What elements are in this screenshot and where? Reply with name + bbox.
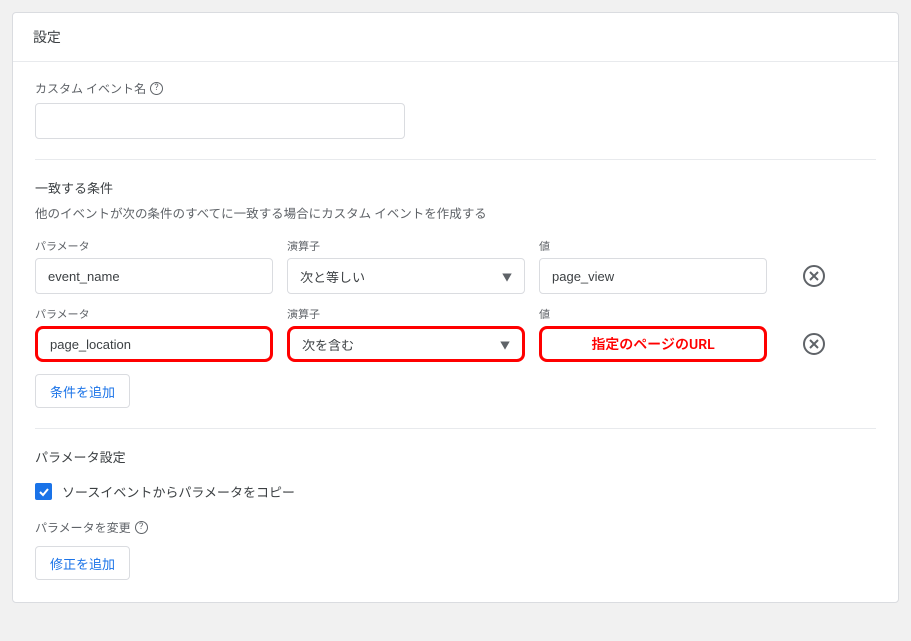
close-icon	[809, 339, 819, 349]
copy-params-checkbox[interactable]	[35, 483, 52, 500]
custom-event-name-input[interactable]	[35, 103, 405, 139]
value-input-text[interactable]	[552, 259, 754, 293]
value-label: 値	[539, 306, 767, 322]
divider	[35, 428, 876, 429]
card-title: 設定	[33, 30, 61, 46]
close-icon	[809, 271, 819, 281]
modify-params-label-row: パラメータを変更 ?	[35, 519, 876, 536]
conditions-title: 一致する条件	[35, 178, 876, 197]
param-label: パラメータ	[35, 238, 273, 254]
matching-conditions-section: 一致する条件 他のイベントが次の条件のすべてに一致する場合にカスタム イベントを…	[35, 178, 876, 408]
card-header: 設定	[13, 13, 898, 62]
operator-value: 次と等しい	[300, 267, 365, 286]
remove-condition-button[interactable]	[803, 333, 825, 355]
value-input[interactable]	[539, 258, 767, 294]
custom-event-name-field: カスタム イベント名 ?	[35, 80, 876, 139]
param-input-text[interactable]	[48, 259, 260, 293]
param-label: パラメータ	[35, 306, 273, 322]
copy-params-label: ソースイベントからパラメータをコピー	[62, 482, 295, 501]
condition-row: パラメータ 演算子 次を含む ▼ 値 指定のページのURL	[35, 306, 876, 362]
param-settings-title: パラメータ設定	[35, 447, 876, 466]
add-modification-button[interactable]: 修正を追加	[35, 546, 130, 580]
value-input-annotation[interactable]: 指定のページのURL	[539, 326, 767, 362]
operator-label: 演算子	[287, 306, 525, 322]
custom-event-name-label-text: カスタム イベント名	[35, 80, 146, 97]
param-settings-section: パラメータ設定 ソースイベントからパラメータをコピー パラメータを変更 ? 修正…	[35, 447, 876, 580]
add-condition-button[interactable]: 条件を追加	[35, 374, 130, 408]
card-body: カスタム イベント名 ? 一致する条件 他のイベントが次の条件のすべてに一致する…	[13, 62, 898, 602]
operator-value: 次を含む	[302, 335, 354, 354]
add-condition-label: 条件を追加	[50, 382, 115, 401]
operator-label: 演算子	[287, 238, 525, 254]
condition-row: パラメータ 演算子 次と等しい ▼ 値	[35, 238, 876, 294]
operator-select[interactable]: 次を含む ▼	[287, 326, 525, 362]
operator-select[interactable]: 次と等しい ▼	[287, 258, 525, 294]
condition-param-col: パラメータ	[35, 238, 273, 294]
remove-condition-button[interactable]	[803, 265, 825, 287]
param-input[interactable]	[35, 258, 273, 294]
chevron-down-icon: ▼	[500, 337, 510, 352]
param-input-text[interactable]	[50, 329, 258, 359]
chevron-down-icon: ▼	[502, 269, 512, 284]
param-input[interactable]	[35, 326, 273, 362]
value-label: 値	[539, 238, 767, 254]
custom-event-name-label: カスタム イベント名 ?	[35, 80, 876, 97]
condition-param-col: パラメータ	[35, 306, 273, 362]
copy-params-row[interactable]: ソースイベントからパラメータをコピー	[35, 482, 876, 501]
divider	[35, 159, 876, 160]
help-icon[interactable]: ?	[135, 521, 148, 534]
condition-operator-col: 演算子 次を含む ▼	[287, 306, 525, 362]
conditions-description: 他のイベントが次の条件のすべてに一致する場合にカスタム イベントを作成する	[35, 203, 876, 222]
modify-params-label: パラメータを変更	[35, 519, 131, 536]
condition-value-col: 値 指定のページのURL	[539, 306, 767, 362]
settings-card: 設定 カスタム イベント名 ? 一致する条件 他のイベントが次の条件のすべてに一…	[12, 12, 899, 603]
condition-value-col: 値	[539, 238, 767, 294]
help-icon[interactable]: ?	[150, 82, 163, 95]
add-modification-label: 修正を追加	[50, 554, 115, 573]
value-annotation-text: 指定のページのURL	[591, 334, 714, 354]
check-icon	[38, 486, 50, 498]
condition-operator-col: 演算子 次と等しい ▼	[287, 238, 525, 294]
